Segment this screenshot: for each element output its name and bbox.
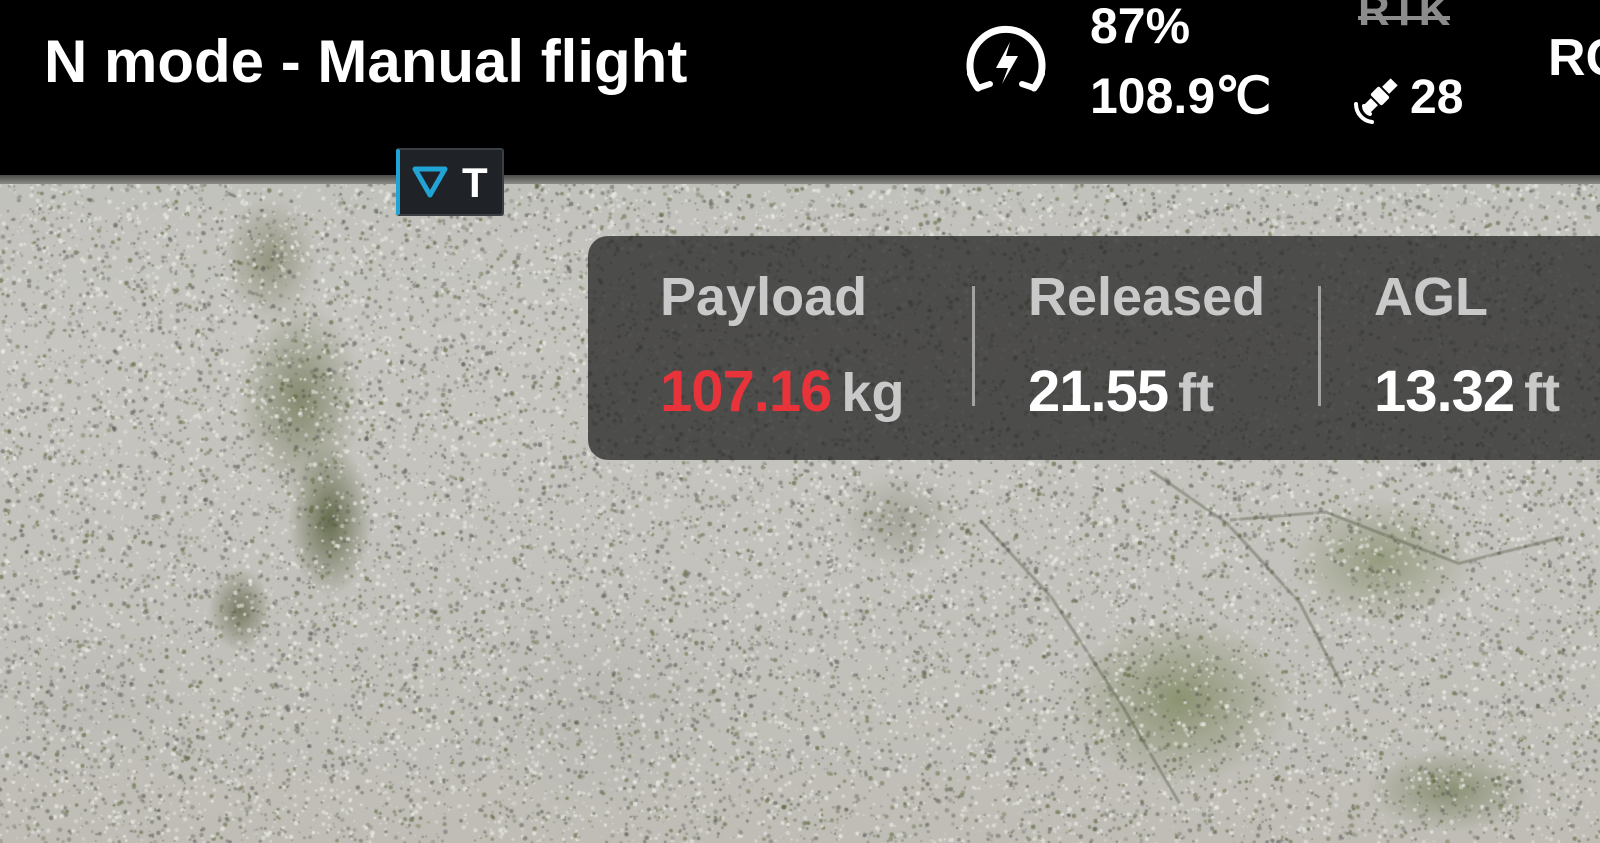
- agl-value: 13.32: [1374, 359, 1515, 424]
- released-value-row: 21.55 ft: [1028, 360, 1214, 438]
- triangle-down-icon: [412, 166, 448, 198]
- released-label: Released: [1028, 267, 1266, 327]
- status-bar-edge: [0, 175, 1600, 184]
- agl-value-row: 13.32 ft: [1374, 360, 1560, 438]
- payload-value: 107.16: [660, 359, 832, 424]
- telemetry-divider: [972, 286, 975, 406]
- battery-temperature: 108.9℃: [1090, 68, 1272, 124]
- satellite-count: 28: [1410, 71, 1464, 124]
- released-value: 21.55: [1028, 359, 1169, 424]
- payload-label: Payload: [660, 267, 868, 327]
- released-unit: ft: [1178, 363, 1215, 423]
- agl-unit: ft: [1524, 363, 1561, 423]
- battery-gauge-icon[interactable]: [960, 22, 1052, 102]
- flight-mode-label[interactable]: N mode - Manual flight: [44, 26, 687, 98]
- flight-screen: N mode - Manual flight 87% 108.9℃ RTK 28…: [0, 0, 1600, 843]
- payload-value-row: 107.16 kg: [660, 360, 904, 438]
- telemetry-panel: Payload 107.16 kg Released 21.55 ft AGL 13…: [588, 236, 1600, 460]
- rc-signal-label[interactable]: RC: [1548, 28, 1600, 88]
- battery-percent: 87%: [1090, 0, 1191, 54]
- heading-target-marker[interactable]: T: [396, 148, 504, 216]
- target-marker-label: T: [462, 159, 488, 206]
- top-status-bar: N mode - Manual flight 87% 108.9℃ RTK 28…: [0, 0, 1600, 175]
- telemetry-divider: [1318, 286, 1321, 406]
- rtk-inactive-strike: [1358, 16, 1450, 20]
- satellite-icon: [1353, 78, 1398, 124]
- agl-label: AGL: [1374, 267, 1488, 327]
- payload-unit: kg: [841, 363, 905, 423]
